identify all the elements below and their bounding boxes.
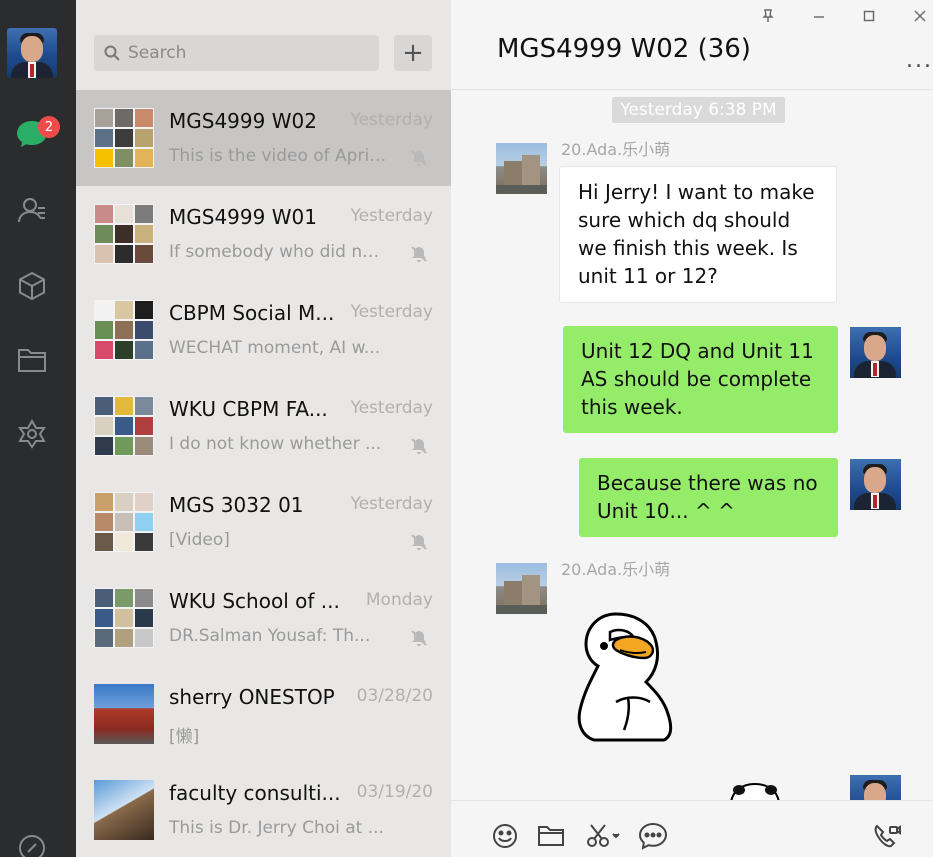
search-icon bbox=[104, 45, 120, 61]
chat-time: Monday bbox=[365, 590, 433, 610]
message-bubble-outgoing[interactable]: Unit 12 DQ and Unit 11 AS should be comp… bbox=[563, 326, 838, 433]
timestamp: Yesterday 6:38 PM bbox=[612, 97, 785, 123]
moments-icon[interactable] bbox=[14, 416, 50, 452]
chat-name: WKU School of ... bbox=[169, 589, 340, 613]
chat-preview: DR.Salman Yousaf: Th... bbox=[169, 626, 371, 646]
group-avatar bbox=[94, 588, 154, 648]
chat-name: MGS4999 W01 bbox=[169, 205, 317, 229]
avatar[interactable] bbox=[7, 28, 57, 78]
chat-time: Yesterday bbox=[350, 206, 433, 226]
avatar[interactable] bbox=[850, 459, 901, 510]
chat-preview: WECHAT moment, AI w... bbox=[169, 338, 381, 358]
chat-name: MGS4999 W02 bbox=[169, 109, 317, 133]
chat-item-wku-cbpm-fa[interactable]: WKU CBPM FA... Yesterday I do not know w… bbox=[76, 378, 451, 474]
chat-preview: If somebody who did not... bbox=[169, 242, 389, 262]
conversation-title: MGS4999 W02 (36) bbox=[497, 34, 751, 64]
conversation-pane: MGS4999 W02 (36) ... Yesterday 6:38 PM 2… bbox=[451, 0, 933, 857]
chat-time: Yesterday bbox=[350, 494, 433, 514]
chat-item-mgs4999-w01[interactable]: MGS4999 W01 Yesterday If somebody who di… bbox=[76, 186, 451, 282]
mute-bell-icon bbox=[411, 630, 427, 646]
pin-icon[interactable] bbox=[756, 6, 780, 26]
chat-item-mgs4999-w02[interactable]: MGS4999 W02 Yesterday This is the video … bbox=[76, 90, 451, 186]
nav-rail: 2 bbox=[0, 0, 76, 857]
chat-time: Yesterday bbox=[350, 398, 433, 418]
sender-name: 20.Ada.乐小萌 bbox=[561, 560, 671, 579]
chat-name: faculty consulti... bbox=[169, 781, 341, 805]
folder-icon[interactable] bbox=[535, 821, 567, 851]
group-avatar bbox=[94, 108, 154, 168]
chat-item-mgs3032-01[interactable]: MGS 3032 01 Yesterday [Video] bbox=[76, 474, 451, 570]
chat-name: WKU CBPM FA... bbox=[169, 397, 328, 421]
more-options-button[interactable]: ... bbox=[906, 48, 933, 73]
search-input[interactable] bbox=[128, 39, 368, 67]
chat-preview: I do not know whether ... bbox=[169, 434, 382, 454]
contact-avatar bbox=[94, 780, 154, 840]
group-avatar bbox=[94, 492, 154, 552]
chat-item-cbpm-social[interactable]: CBPM Social M... Yesterday WECHAT moment… bbox=[76, 282, 451, 378]
contacts-icon[interactable] bbox=[14, 192, 50, 228]
scissors-icon[interactable] bbox=[583, 821, 623, 851]
chat-name: sherry ONESTOP bbox=[169, 685, 335, 709]
chat-name: MGS 3032 01 bbox=[169, 493, 304, 517]
minimize-icon[interactable] bbox=[807, 6, 831, 26]
chat-preview: [懒] bbox=[169, 727, 200, 747]
close-icon[interactable] bbox=[908, 6, 932, 26]
add-chat-button[interactable]: + bbox=[394, 35, 432, 71]
input-toolbar bbox=[451, 800, 933, 857]
search-bar bbox=[94, 35, 379, 71]
message-bubble-incoming[interactable]: Hi Jerry! I want to make sure which dq s… bbox=[559, 166, 837, 303]
duck-sticker[interactable] bbox=[576, 606, 686, 742]
header-divider bbox=[451, 89, 933, 90]
chat-name: CBPM Social M... bbox=[169, 301, 335, 325]
sender-name: 20.Ada.乐小萌 bbox=[561, 140, 671, 159]
chat-item-sherry-onestop[interactable]: sherry ONESTOP 03/28/20 [懒] bbox=[76, 666, 451, 762]
group-avatar bbox=[94, 300, 154, 360]
chat-item-wku-school[interactable]: WKU School of ... Monday DR.Salman Yousa… bbox=[76, 570, 451, 666]
avatar[interactable] bbox=[496, 143, 547, 194]
contact-avatar bbox=[94, 684, 154, 744]
message-bubble-outgoing[interactable]: Because there was no Unit 10... ^ ^ bbox=[579, 458, 838, 537]
mute-bell-icon bbox=[411, 534, 427, 550]
group-avatar bbox=[94, 204, 154, 264]
chat-preview: This is the video of April... bbox=[169, 146, 389, 166]
chat-preview: [Video] bbox=[169, 530, 230, 550]
chat-bubble-icon[interactable] bbox=[637, 821, 669, 851]
mute-bell-icon bbox=[411, 438, 427, 454]
group-avatar bbox=[94, 396, 154, 456]
chat-time: 03/19/20 bbox=[356, 782, 433, 802]
avatar[interactable] bbox=[496, 563, 547, 614]
chat-item-faculty-consulting[interactable]: faculty consulti... 03/19/20 This is Dr.… bbox=[76, 762, 451, 857]
chat-list: + MGS4999 W02 Yesterday This is the vide… bbox=[76, 0, 451, 857]
emoji-icon[interactable] bbox=[489, 821, 521, 851]
avatar[interactable] bbox=[850, 327, 901, 378]
mute-bell-icon bbox=[411, 246, 427, 262]
chat-time: Yesterday bbox=[350, 302, 433, 322]
maximize-icon[interactable] bbox=[857, 6, 881, 26]
chat-preview: This is Dr. Jerry Choi at ... bbox=[169, 818, 384, 838]
call-icon[interactable] bbox=[871, 821, 903, 851]
link-icon[interactable] bbox=[14, 830, 50, 857]
files-icon[interactable] bbox=[14, 342, 50, 378]
unread-badge: 2 bbox=[38, 116, 60, 138]
miniprogram-icon[interactable] bbox=[14, 268, 50, 304]
chat-time: Yesterday bbox=[350, 110, 433, 130]
panda-sticker[interactable] bbox=[727, 782, 783, 802]
mute-bell-icon bbox=[411, 150, 427, 166]
chat-time: 03/28/20 bbox=[356, 686, 433, 706]
